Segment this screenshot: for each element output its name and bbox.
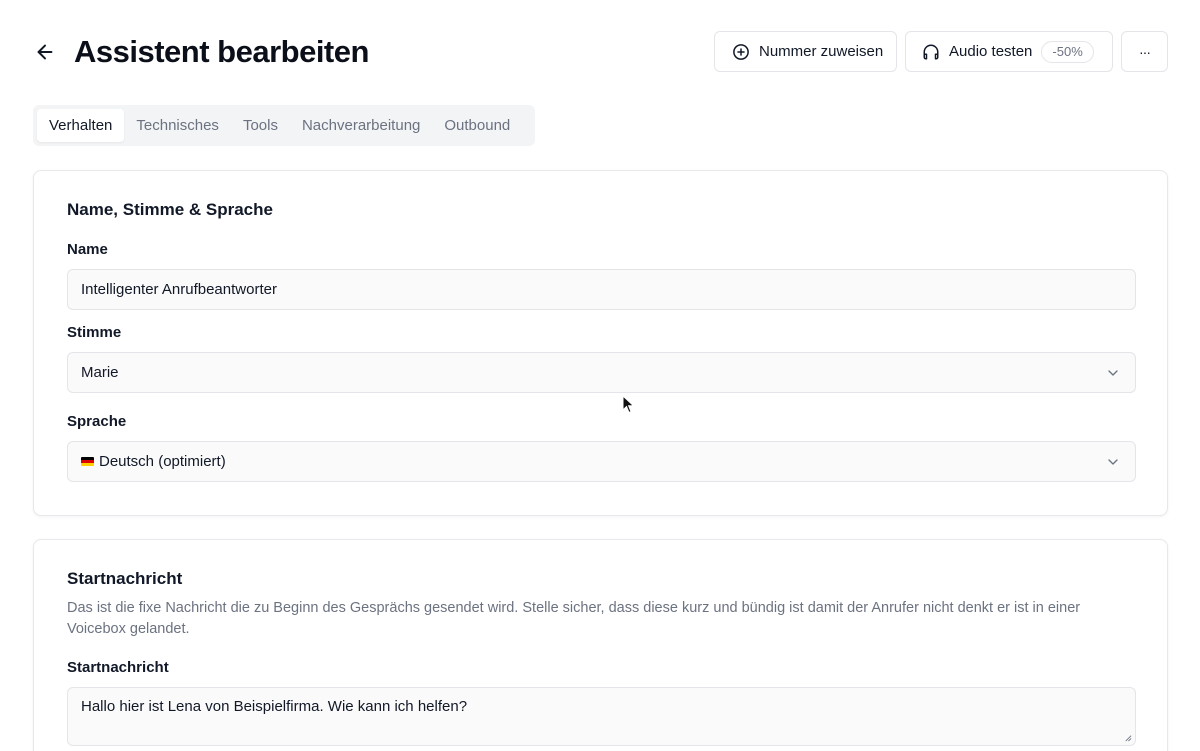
language-select[interactable]: Deutsch (optimiert) — [67, 441, 1136, 482]
resize-handle-icon[interactable] — [1123, 733, 1132, 742]
page-header: Assistent bearbeiten Nummer zuweisen Aud… — [0, 0, 1200, 100]
tab-nachverarbeitung[interactable]: Nachverarbeitung — [290, 109, 432, 142]
tab-tools[interactable]: Tools — [231, 109, 290, 142]
discount-badge: -50% — [1041, 40, 1094, 63]
voice-value: Marie — [81, 364, 119, 381]
tab-bar: Verhalten Technisches Tools Nachverarbei… — [33, 105, 535, 146]
plus-circle-icon — [732, 43, 750, 61]
assign-number-label: Nummer zuweisen — [759, 43, 884, 60]
section-title: Startnachricht — [67, 569, 183, 588]
name-input[interactable] — [81, 281, 1135, 298]
voice-select[interactable]: Marie — [67, 352, 1136, 393]
tab-technisches[interactable]: Technisches — [124, 109, 231, 142]
voice-label: Stimme — [67, 324, 122, 341]
start-message-value: Hallo hier ist Lena von Beispielfirma. W… — [81, 698, 468, 715]
name-field[interactable] — [67, 269, 1136, 310]
tab-outbound[interactable]: Outbound — [432, 109, 522, 142]
start-message-card: Startnachricht Das ist die fixe Nachrich… — [33, 539, 1168, 751]
arrow-left-icon — [37, 44, 53, 60]
language-value: Deutsch (optimiert) — [99, 453, 226, 470]
start-message-textarea[interactable]: Hallo hier ist Lena von Beispielfirma. W… — [67, 687, 1136, 746]
german-flag-icon — [81, 457, 94, 466]
page-title: Assistent bearbeiten — [74, 34, 369, 69]
back-button[interactable] — [32, 38, 58, 66]
name-voice-language-card: Name, Stimme & Sprache Name Stimme Marie… — [33, 170, 1168, 516]
test-audio-button[interactable]: Audio testen -50% — [905, 31, 1113, 72]
chevron-down-icon — [1108, 370, 1118, 376]
chevron-down-icon — [1108, 459, 1118, 465]
more-icon: ··· — [1139, 43, 1151, 60]
assign-number-button[interactable]: Nummer zuweisen — [714, 31, 897, 72]
section-title: Name, Stimme & Sprache — [67, 200, 273, 219]
tab-verhalten[interactable]: Verhalten — [37, 109, 125, 142]
language-label: Sprache — [67, 413, 127, 430]
headphones-icon — [922, 43, 940, 61]
section-description: Das ist die fixe Nachricht die zu Beginn… — [67, 600, 1081, 637]
name-label: Name — [67, 241, 108, 258]
mouse-cursor-icon — [622, 395, 635, 414]
start-message-label: Startnachricht — [67, 659, 169, 676]
test-audio-label: Audio testen — [949, 43, 1033, 60]
more-options-button[interactable]: ··· — [1121, 31, 1168, 72]
